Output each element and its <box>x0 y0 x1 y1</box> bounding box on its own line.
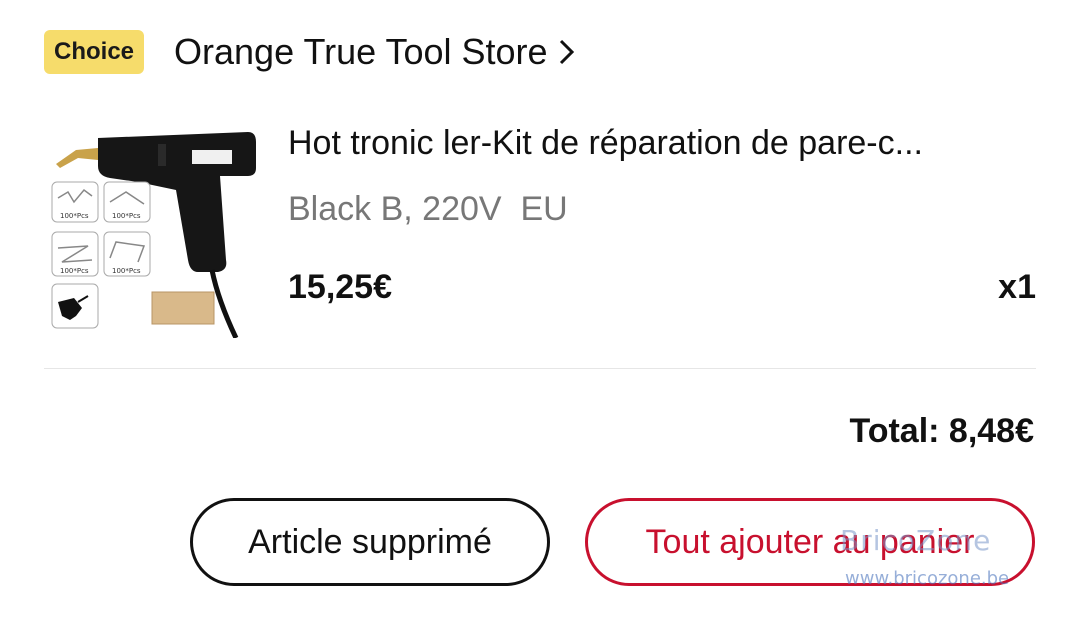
chevron-right-icon <box>559 39 574 65</box>
product-image[interactable]: 100*Pcs 100*Pcs 100*Pcs 100*Pcs <box>48 120 260 338</box>
choice-badge: Choice <box>44 30 145 74</box>
product-title[interactable]: Hot tronic ler-Kit de réparation de pare… <box>288 124 1048 163</box>
product-variant[interactable]: Black B, 220V EU <box>288 190 568 229</box>
pack-label-4: 100*Pcs <box>112 267 141 275</box>
pack-label-3: 100*Pcs <box>60 267 89 275</box>
store-header: Choice Orange True Tool Store <box>44 28 576 76</box>
store-name: Orange True Tool Store <box>174 31 548 72</box>
store-link[interactable]: Orange True Tool Store <box>174 31 576 73</box>
product-price: 15,25€ <box>288 268 392 306</box>
product-quantity: x1 <box>998 268 1036 306</box>
watermark-brand: BricoZone <box>840 524 992 557</box>
article-removed-button[interactable]: Article supprimé <box>190 498 550 586</box>
pack-label-2: 100*Pcs <box>112 212 141 220</box>
watermark-url: www.bricozone.be <box>845 568 1010 589</box>
order-total: Total: 8,48€ <box>849 412 1034 450</box>
pack-label-1: 100*Pcs <box>60 212 89 220</box>
divider <box>44 368 1036 369</box>
